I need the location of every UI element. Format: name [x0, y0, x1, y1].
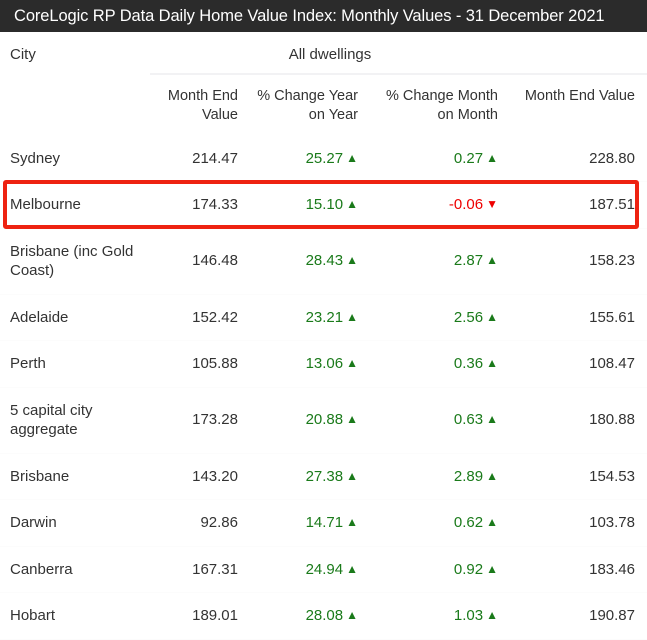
table-row: Adelaide 152.42 23.21 ▲ 2.56 ▲ 155.61: [0, 294, 647, 342]
arrow-up-icon: ▲: [486, 150, 498, 165]
subheader-month-end-value-secondary: Month End Value: [524, 88, 635, 104]
arrow-up-icon: ▲: [346, 608, 358, 623]
table-header: City All dwellings Month End Value % Cha…: [0, 32, 647, 136]
cell-month-end-value-secondary: 154.53: [510, 453, 647, 501]
cell-pct-change-month-on-month: 0.63 ▲: [370, 387, 510, 454]
subheader-pct-change-year-on-year: % Change Year on Year: [257, 88, 358, 124]
arrow-up-icon: ▲: [486, 356, 498, 371]
cell-pct-change-month-on-month: 2.56 ▲: [370, 294, 510, 342]
cell-month-end-value-primary: 105.88: [150, 340, 250, 388]
arrow-up-icon: ▲: [346, 253, 358, 268]
cell-pct-change-year-on-year: 28.08 ▲: [250, 592, 370, 640]
page-title-bar: CoreLogic RP Data Daily Home Value Index…: [0, 0, 647, 32]
arrow-up-icon: ▲: [346, 197, 358, 212]
arrow-up-icon: ▲: [346, 468, 358, 483]
arrow-up-icon: ▲: [346, 515, 358, 530]
page-title: CoreLogic RP Data Daily Home Value Index…: [14, 6, 605, 25]
table-row: Brisbane 143.20 27.38 ▲ 2.89 ▲ 154.53: [0, 453, 647, 501]
cell-month-end-value-primary: 152.42: [150, 294, 250, 342]
column-group-secondary: [510, 32, 647, 75]
cell-pct-change-month-on-month: 0.36 ▲: [370, 340, 510, 388]
cell-month-end-value-secondary: 187.51: [510, 181, 647, 229]
cell-pct-change-year-on-year: 25.27 ▲: [250, 135, 370, 183]
arrow-up-icon: ▲: [486, 515, 498, 530]
subheader-city-blank: [0, 74, 150, 136]
arrow-down-icon: ▼: [486, 197, 498, 212]
cell-pct-change-year-on-year: 24.94 ▲: [250, 546, 370, 594]
cell-month-end-value-secondary: 190.87: [510, 592, 647, 640]
cell-pct-change-month-on-month: 0.27 ▲: [370, 135, 510, 183]
cell-pct-change-year-on-year: 13.06 ▲: [250, 340, 370, 388]
cell-city: Sydney: [0, 135, 150, 183]
cell-pct-change-month-on-month: 0.92 ▲: [370, 546, 510, 594]
cell-pct-change-year-on-year: 15.10 ▲: [250, 181, 370, 229]
cell-pct-change-year-on-year: 23.21 ▲: [250, 294, 370, 342]
cell-pct-change-year-on-year: 28.43 ▲: [250, 228, 370, 295]
table-subheader-row: Month End Value % Change Year on Year % …: [0, 74, 647, 136]
cell-city: Brisbane: [0, 453, 150, 501]
cell-city: Hobart: [0, 592, 150, 640]
table-row: Perth 105.88 13.06 ▲ 0.36 ▲ 108.47: [0, 340, 647, 388]
cell-pct-change-month-on-month: 2.89 ▲: [370, 453, 510, 501]
cell-month-end-value-primary: 174.33: [150, 181, 250, 229]
cell-month-end-value-secondary: 180.88: [510, 387, 647, 454]
cell-pct-change-year-on-year: 14.71 ▲: [250, 499, 370, 547]
cell-month-end-value-secondary: 228.80: [510, 135, 647, 183]
cell-pct-change-month-on-month: -0.06 ▼: [370, 181, 510, 229]
arrow-up-icon: ▲: [346, 412, 358, 427]
table-body: Sydney 214.47 25.27 ▲ 0.27 ▲ 228.80 Melbourne 17…: [0, 135, 647, 640]
arrow-up-icon: ▲: [346, 309, 358, 324]
cell-month-end-value-secondary: 158.23: [510, 228, 647, 295]
arrow-up-icon: ▲: [346, 150, 358, 165]
arrow-up-icon: ▲: [486, 412, 498, 427]
table-row: Melbourne 174.33 15.10 ▲ -0.06 ▼ 187.51: [0, 181, 647, 229]
cell-city: Adelaide: [0, 294, 150, 342]
cell-pct-change-year-on-year: 27.38 ▲: [250, 453, 370, 501]
cell-city: Perth: [0, 340, 150, 388]
arrow-up-icon: ▲: [486, 608, 498, 623]
arrow-up-icon: ▲: [486, 468, 498, 483]
cell-pct-change-month-on-month: 0.62 ▲: [370, 499, 510, 547]
table-row: Hobart 189.01 28.08 ▲ 1.03 ▲ 190.87: [0, 592, 647, 640]
cell-pct-change-year-on-year: 20.88 ▲: [250, 387, 370, 454]
arrow-up-icon: ▲: [486, 253, 498, 268]
table-row: 5 capital city aggregate 173.28 20.88 ▲ 0.63…: [0, 387, 647, 454]
cell-month-end-value-primary: 143.20: [150, 453, 250, 501]
table-group-header-row: City All dwellings: [0, 32, 647, 75]
arrow-up-icon: ▲: [486, 309, 498, 324]
table-row: Brisbane (inc Gold Coast) 146.48 28.43 ▲ 2.8…: [0, 228, 647, 295]
subheader-month-end-value-primary: Month End Value: [167, 88, 238, 124]
cell-pct-change-month-on-month: 1.03 ▲: [370, 592, 510, 640]
column-group-all-dwellings: All dwellings: [150, 32, 510, 75]
cell-month-end-value-secondary: 108.47: [510, 340, 647, 388]
cell-city: Melbourne: [0, 181, 150, 229]
cell-city: Darwin: [0, 499, 150, 547]
home-value-index-table: City All dwellings Month End Value % Cha…: [0, 32, 647, 640]
column-group-city: City: [10, 46, 36, 63]
cell-month-end-value-primary: 167.31: [150, 546, 250, 594]
cell-month-end-value-primary: 173.28: [150, 387, 250, 454]
cell-city: Brisbane (inc Gold Coast): [0, 228, 150, 295]
table-row: Canberra 167.31 24.94 ▲ 0.92 ▲ 183.46: [0, 546, 647, 594]
cell-month-end-value-primary: 92.86: [150, 499, 250, 547]
cell-city: 5 capital city aggregate: [0, 387, 150, 454]
cell-month-end-value-secondary: 103.78: [510, 499, 647, 547]
table-row: Sydney 214.47 25.27 ▲ 0.27 ▲ 228.80: [0, 135, 647, 183]
table-row: Darwin 92.86 14.71 ▲ 0.62 ▲ 103.78: [0, 499, 647, 547]
cell-month-end-value-primary: 214.47: [150, 135, 250, 183]
cell-month-end-value-secondary: 183.46: [510, 546, 647, 594]
cell-month-end-value-primary: 146.48: [150, 228, 250, 295]
cell-city: Canberra: [0, 546, 150, 594]
home-value-index-table-container: City All dwellings Month End Value % Cha…: [0, 32, 647, 640]
cell-pct-change-month-on-month: 2.87 ▲: [370, 228, 510, 295]
arrow-up-icon: ▲: [346, 561, 358, 576]
arrow-up-icon: ▲: [486, 561, 498, 576]
cell-month-end-value-primary: 189.01: [150, 592, 250, 640]
subheader-pct-change-month-on-month: % Change Month on Month: [385, 88, 498, 124]
cell-month-end-value-secondary: 155.61: [510, 294, 647, 342]
arrow-up-icon: ▲: [346, 356, 358, 371]
